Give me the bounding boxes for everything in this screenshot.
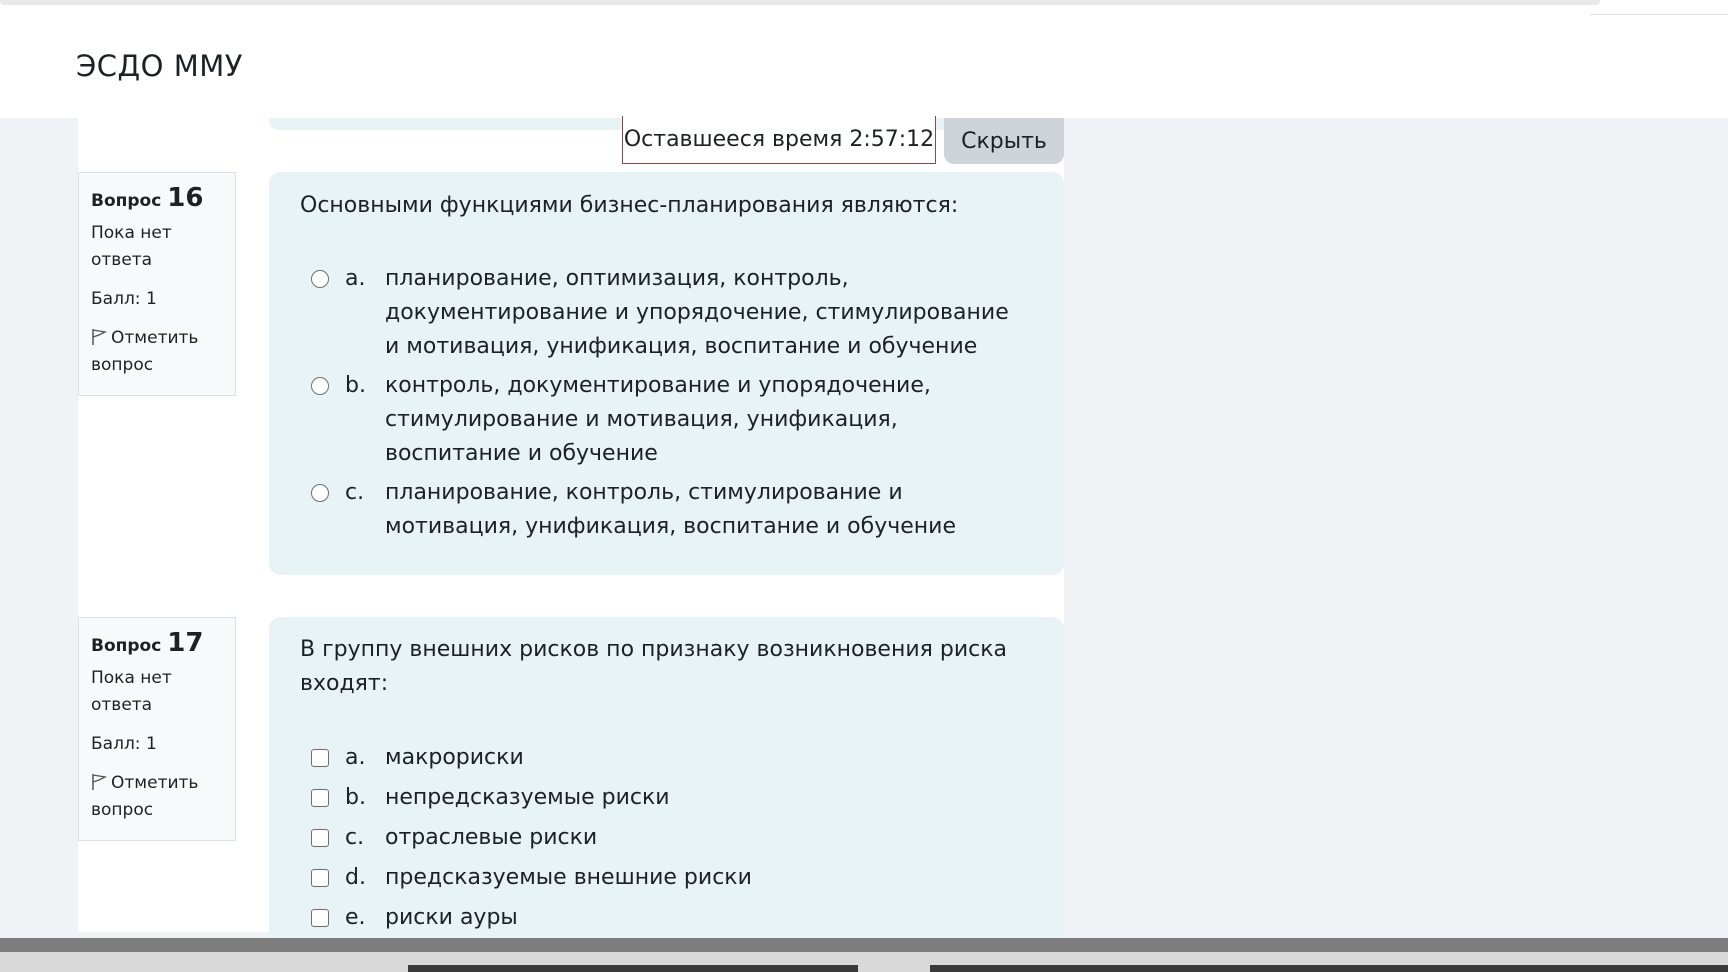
answer-option-b[interactable]: b. непредсказуемые риски: [311, 781, 1021, 815]
answer-text: планирование, оптимизация, контроль, док…: [385, 266, 1009, 359]
taskbar-segment: [408, 965, 858, 972]
hide-timer-button[interactable]: Скрыть: [944, 118, 1064, 164]
quiz-timer: Оставшееся время 2:57:12: [622, 116, 936, 164]
question-number: Вопрос 16: [91, 185, 223, 214]
flag-question-label: Отметить вопрос: [91, 773, 199, 820]
question-card-16: Основными функциями бизнес-планирования …: [269, 172, 1064, 575]
question-label: Вопрос: [91, 636, 162, 656]
question-state: Пока нет ответа: [91, 668, 172, 715]
answer-option-e[interactable]: e. риски ауры: [311, 901, 1021, 935]
timer-label: Оставшееся время: [623, 127, 843, 152]
answer-radio-a[interactable]: [311, 270, 329, 288]
answer-text: предсказуемые внешние риски: [385, 865, 752, 890]
answer-text: непредсказуемые риски: [385, 785, 670, 810]
timer-value: 2:57:12: [849, 127, 935, 152]
answer-letter: c.: [345, 825, 365, 850]
question-mark: Балл: 1: [91, 734, 157, 754]
question-info-16: Вопрос 16 Пока нет ответа Балл: 1 Отмети…: [78, 172, 236, 396]
answer-letter: b.: [345, 373, 366, 398]
answer-letter: a.: [345, 266, 366, 291]
answer-checkbox-b[interactable]: [311, 789, 329, 807]
question-label: Вопрос: [91, 191, 162, 211]
question-text: В группу внешних рисков по признаку возн…: [300, 637, 1008, 696]
answer-option-b[interactable]: b. контроль, документирование и упорядоч…: [311, 369, 1021, 471]
question-state: Пока нет ответа: [91, 223, 172, 270]
answer-option-c[interactable]: c. планирование, контроль, стимулировани…: [311, 476, 1021, 544]
answer-letter: e.: [345, 905, 366, 930]
answer-text: контроль, документирование и упорядочени…: [385, 373, 931, 466]
browser-top-strip: [0, 0, 1728, 16]
answer-letter: c.: [345, 480, 365, 505]
answer-option-c[interactable]: c. отраслевые риски: [311, 821, 1021, 855]
flag-icon: [92, 329, 107, 345]
flag-question-link[interactable]: Отметить вопрос: [91, 770, 223, 824]
answer-letter: d.: [345, 865, 366, 890]
answer-checkbox-e[interactable]: [311, 909, 329, 927]
question-number: Вопрос 17: [91, 630, 223, 659]
top-divider: [1590, 14, 1728, 15]
answer-radio-c[interactable]: [311, 484, 329, 502]
answer-text: планирование, контроль, стимулирование и…: [385, 480, 956, 539]
horizontal-scrollbar[interactable]: [0, 938, 1728, 952]
answer-text: отраслевые риски: [385, 825, 598, 850]
question-number-value: 17: [167, 628, 204, 658]
site-header: ЭСДО ММУ: [0, 16, 1728, 118]
answer-checkbox-a[interactable]: [311, 749, 329, 767]
answer-letter: a.: [345, 745, 366, 770]
answer-checkbox-c[interactable]: [311, 829, 329, 847]
question-text: Основными функциями бизнес-планирования …: [300, 193, 959, 218]
flag-icon: [92, 774, 107, 790]
answer-option-a[interactable]: a. макрориски: [311, 741, 1021, 775]
question-number-value: 16: [167, 183, 204, 213]
top-scroll-bar: [0, 0, 1600, 5]
taskbar-strip: [0, 952, 1728, 972]
flag-question-label: Отметить вопрос: [91, 328, 199, 375]
site-name[interactable]: ЭСДО ММУ: [76, 49, 243, 83]
answer-option-a[interactable]: a. планирование, оптимизация, контроль, …: [311, 262, 1021, 364]
taskbar-segment: [930, 965, 1728, 972]
answer-option-d[interactable]: d. предсказуемые внешние риски: [311, 861, 1021, 895]
question-info-17: Вопрос 17 Пока нет ответа Балл: 1 Отмети…: [78, 617, 236, 841]
answer-radio-b[interactable]: [311, 377, 329, 395]
flag-question-link[interactable]: Отметить вопрос: [91, 325, 223, 379]
question-mark: Балл: 1: [91, 289, 157, 309]
answer-letter: b.: [345, 785, 366, 810]
answer-text: макрориски: [385, 745, 524, 770]
answer-text: риски ауры: [385, 905, 518, 930]
question-card-17: В группу внешних рисков по признаку возн…: [269, 617, 1064, 938]
answer-checkbox-d[interactable]: [311, 869, 329, 887]
